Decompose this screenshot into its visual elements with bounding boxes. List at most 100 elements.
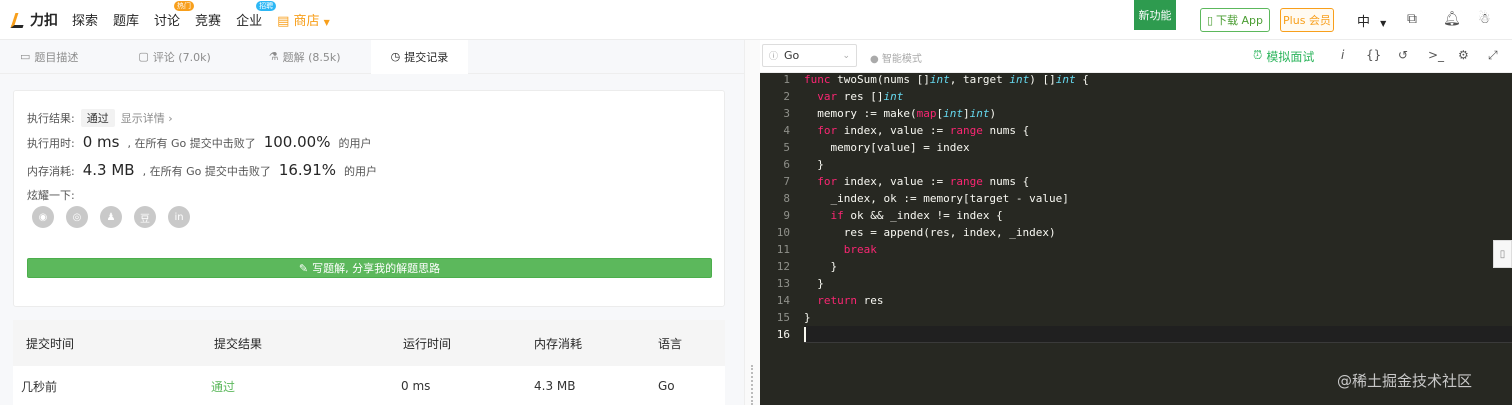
memory-users: 的用户 [344, 165, 378, 178]
smart-mode-toggle[interactable]: ● 智能模式 [870, 50, 922, 65]
line-number: 5 [783, 141, 790, 154]
code-area[interactable]: func twoSum(nums []int, target int) []in… [804, 73, 1512, 405]
tab-submissions-label: 提交记录 [404, 50, 449, 64]
line-number: 8 [783, 192, 790, 205]
status-row: 执行结果: 通过 显示详情 › [27, 109, 173, 127]
col-submit-result: 提交结果 [214, 336, 263, 351]
cell-time: 几秒前 [21, 379, 58, 394]
code-line: } [804, 277, 824, 290]
nav-discuss[interactable]: 讨论 热门 [154, 1, 195, 29]
show-details-link[interactable]: 显示详情 › [121, 110, 173, 126]
status-label: 执行结果: [27, 112, 75, 125]
bell-icon[interactable]: 🔔︎ [1443, 11, 1461, 27]
write-solution-label: 写题解, 分享我的解题思路 [312, 262, 441, 275]
code-line: } [804, 311, 811, 324]
store-icon: ▤ [277, 14, 290, 29]
write-solution-button[interactable]: ✎ 写题解, 分享我的解题思路 [27, 258, 712, 278]
notes-side-tab[interactable]: ▯ [1493, 240, 1512, 268]
tab-description-label: 题目描述 [34, 50, 79, 64]
tab-comments[interactable]: ▢ 评论 (7.0k) [98, 40, 230, 74]
douban-icon[interactable]: 豆 [134, 206, 156, 228]
panel-splitter[interactable] [744, 40, 760, 405]
code-line: _index, ok := memory[target - value] [804, 192, 1069, 205]
chevron-down-icon: ▼ [1380, 19, 1387, 28]
code-line: func twoSum(nums []int, target int) []in… [804, 73, 1089, 86]
language-select[interactable]: ⓘ Go ⌄ [762, 44, 857, 67]
runtime-percentile: 100.00% [263, 133, 331, 151]
language-label: 中 [1357, 15, 1371, 30]
download-app-label: 下载 App [1216, 14, 1264, 27]
tab-description[interactable]: ▭ 题目描述 [0, 40, 98, 74]
runtime-value: 0 ms [82, 133, 120, 151]
runtime-users: 的用户 [338, 137, 372, 150]
watermark: @稀土掘金技术社区 [1337, 372, 1473, 390]
nav-enterprise-label: 企业 [236, 14, 263, 29]
left-panel: ▭ 题目描述 ▢ 评论 (7.0k) ⚗ 题解 (8.5k) ◷ 提交记录 执行… [0, 39, 744, 406]
qq-icon[interactable]: ♟ [100, 206, 122, 228]
chevron-down-icon: ▼ [323, 18, 330, 27]
language-switch[interactable]: 中 ▼ [1357, 11, 1386, 30]
new-feature-badge[interactable]: 新功能 [1134, 0, 1176, 30]
col-runtime: 运行时间 [403, 336, 452, 351]
braces-icon[interactable]: {} [1366, 48, 1381, 62]
download-app-button[interactable]: ▯ 下载 App [1200, 8, 1270, 32]
code-line: memory[value] = index [804, 141, 970, 154]
line-number: 4 [783, 124, 790, 137]
linkedin-icon[interactable]: in [168, 206, 190, 228]
line-number: 12 [776, 260, 790, 273]
document-icon: ▭ [20, 50, 31, 63]
nav-enterprise[interactable]: 企业 招聘 [236, 1, 277, 29]
playground-icon[interactable]: ⧉ [1407, 11, 1417, 27]
line-number: 15 [776, 311, 790, 324]
flask-icon: ⚗ [268, 50, 279, 63]
chevron-down-icon: ⌄ [842, 50, 850, 61]
weibo-icon[interactable]: ◎ [66, 206, 88, 228]
pencil-icon: ✎ [298, 261, 309, 275]
avatar[interactable]: ☃ [1478, 11, 1491, 27]
settings-icon[interactable]: ⚙ [1458, 48, 1469, 62]
nav-discuss-label: 讨论 [154, 14, 181, 29]
alarm-icon: ⏰︎ [1253, 48, 1263, 62]
code-line: res = append(res, index, _index) [804, 226, 1056, 239]
code-line: var res []int [817, 90, 904, 103]
memory-desc: , 在所有 Go 提交中击败了 [142, 165, 271, 178]
table-row[interactable]: 几秒前 通过 0 ms 4.3 MB Go [13, 366, 725, 406]
nav-store[interactable]: ▤ 商店 ▼ [277, 10, 330, 29]
line-number-gutter: 1 2 3 4 5 6 7 8 9 10 11 12 13 14 15 16 [760, 73, 798, 405]
mock-interview-label: 模拟面试 [1266, 50, 1315, 64]
line-number: 3 [783, 107, 790, 120]
comment-icon: ▢ [138, 50, 149, 63]
code-line: } [804, 260, 838, 273]
nav-store-label: 商店 [293, 14, 320, 29]
code-line: memory := make(map[int]int) [804, 107, 997, 120]
line-number-active: 16 [776, 328, 790, 341]
tab-solutions[interactable]: ⚗ 题解 (8.5k) [231, 40, 361, 74]
share-label: 炫耀一下: [27, 189, 75, 202]
mock-interview-button[interactable]: ⏰︎ 模拟面试 [1253, 48, 1314, 65]
hot-badge: 热门 [174, 1, 195, 11]
code-line: if ok && _index != index { [830, 209, 1003, 222]
reset-icon[interactable]: ↺ [1398, 48, 1408, 62]
console-icon[interactable]: >_ [1428, 48, 1444, 62]
fullscreen-icon[interactable]: ⤢ [1488, 48, 1498, 63]
editor-toolbar: ⓘ Go ⌄ ● 智能模式 ⏰︎ 模拟面试 i {} ↺ >_ ⚙ ⤢ [760, 40, 1512, 73]
info-italic-icon[interactable]: i [1341, 48, 1344, 62]
wechat-icon[interactable]: ◉ [32, 206, 54, 228]
plus-member-button[interactable]: Plus 会员 [1280, 8, 1334, 32]
hiring-badge: 招聘 [256, 1, 277, 11]
logo[interactable]: 力扣 [12, 10, 58, 30]
cell-memory: 4.3 MB [534, 379, 576, 393]
smart-mode-label: 智能模式 [881, 54, 922, 65]
language-select-value: Go [784, 49, 800, 62]
tab-submissions[interactable]: ◷ 提交记录 [370, 39, 469, 74]
cell-result-link[interactable]: 通过 [201, 378, 401, 395]
cell-runtime: 0 ms [401, 379, 431, 393]
show-details-label: 显示详情 [120, 112, 165, 125]
memory-percentile: 16.91% [278, 161, 337, 179]
code-line: for index, value := range nums { [817, 124, 1030, 137]
logo-text: 力扣 [30, 12, 58, 29]
nav-contest[interactable]: 竞赛 [195, 10, 221, 29]
drag-handle-icon[interactable] [751, 365, 755, 405]
nav-explore[interactable]: 探索 [72, 10, 98, 29]
nav-problems[interactable]: 题库 [113, 10, 139, 29]
